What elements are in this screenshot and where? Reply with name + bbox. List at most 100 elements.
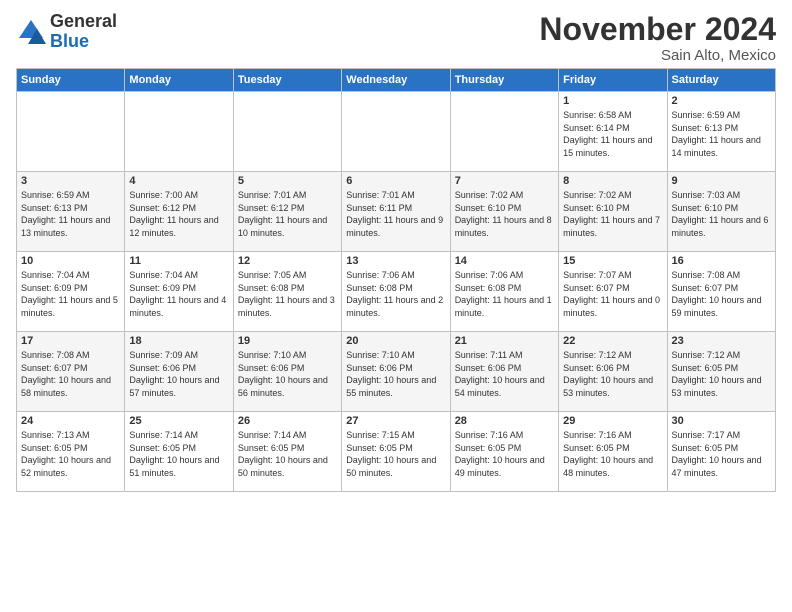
table-row: 21Sunrise: 7:11 AMSunset: 6:06 PMDayligh… xyxy=(450,332,558,412)
day-number: 7 xyxy=(455,175,554,187)
cell-text: Sunset: 6:10 PM xyxy=(563,202,662,215)
cell-text: Sunrise: 7:02 AM xyxy=(455,189,554,202)
cell-text: Sunset: 6:14 PM xyxy=(563,122,662,135)
cell-text: Daylight: 10 hours and 51 minutes. xyxy=(129,454,228,479)
cell-text: Sunset: 6:05 PM xyxy=(21,442,120,455)
title-block: November 2024 Sain Alto, Mexico xyxy=(539,12,776,64)
day-number: 6 xyxy=(346,175,445,187)
cell-text: Daylight: 11 hours and 13 minutes. xyxy=(21,214,120,239)
month-title: November 2024 xyxy=(539,12,776,47)
col-saturday: Saturday xyxy=(667,69,775,92)
cell-text: Sunrise: 7:15 AM xyxy=(346,429,445,442)
cell-text: Daylight: 11 hours and 8 minutes. xyxy=(455,214,554,239)
cell-text: Sunset: 6:08 PM xyxy=(238,282,337,295)
cell-text: Sunset: 6:05 PM xyxy=(563,442,662,455)
cell-text: Daylight: 10 hours and 49 minutes. xyxy=(455,454,554,479)
calendar-week-row: 17Sunrise: 7:08 AMSunset: 6:07 PMDayligh… xyxy=(17,332,776,412)
day-number: 26 xyxy=(238,415,337,427)
calendar-week-row: 10Sunrise: 7:04 AMSunset: 6:09 PMDayligh… xyxy=(17,252,776,332)
cell-text: Sunset: 6:08 PM xyxy=(346,282,445,295)
table-row xyxy=(233,92,341,172)
cell-text: Sunrise: 7:16 AM xyxy=(563,429,662,442)
cell-text: Daylight: 11 hours and 7 minutes. xyxy=(563,214,662,239)
logo-icon xyxy=(16,17,46,47)
cell-text: Sunset: 6:10 PM xyxy=(672,202,771,215)
cell-text: Daylight: 10 hours and 52 minutes. xyxy=(21,454,120,479)
cell-text: Sunrise: 7:17 AM xyxy=(672,429,771,442)
day-number: 16 xyxy=(672,255,771,267)
table-row: 30Sunrise: 7:17 AMSunset: 6:05 PMDayligh… xyxy=(667,412,775,492)
table-row: 17Sunrise: 7:08 AMSunset: 6:07 PMDayligh… xyxy=(17,332,125,412)
cell-text: Sunset: 6:12 PM xyxy=(129,202,228,215)
cell-text: Sunset: 6:07 PM xyxy=(21,362,120,375)
cell-text: Sunrise: 7:12 AM xyxy=(672,349,771,362)
cell-text: Daylight: 10 hours and 54 minutes. xyxy=(455,374,554,399)
cell-text: Daylight: 11 hours and 4 minutes. xyxy=(129,294,228,319)
logo-text: General Blue xyxy=(50,12,117,52)
cell-text: Daylight: 10 hours and 47 minutes. xyxy=(672,454,771,479)
cell-text: Sunset: 6:09 PM xyxy=(129,282,228,295)
day-number: 4 xyxy=(129,175,228,187)
day-number: 8 xyxy=(563,175,662,187)
day-number: 13 xyxy=(346,255,445,267)
day-number: 5 xyxy=(238,175,337,187)
table-row: 12 Sunrise: 7:05 AMSunset: 6:08 PMDayligh… xyxy=(233,252,341,332)
day-number: 17 xyxy=(21,335,120,347)
cell-text: Sunrise: 7:04 AM xyxy=(21,269,120,282)
cell-text: Daylight: 10 hours and 50 minutes. xyxy=(238,454,337,479)
cell-text: Sunset: 6:09 PM xyxy=(21,282,120,295)
cell-text: Sunrise: 7:10 AM xyxy=(346,349,445,362)
cell-text: Sunset: 6:06 PM xyxy=(563,362,662,375)
calendar-week-row: 1Sunrise: 6:58 AMSunset: 6:14 PMDaylight… xyxy=(17,92,776,172)
cell-text: Sunrise: 7:04 AM xyxy=(129,269,228,282)
cell-text: Daylight: 11 hours and 10 minutes. xyxy=(238,214,337,239)
table-row: 14Sunrise: 7:06 AMSunset: 6:08 PMDayligh… xyxy=(450,252,558,332)
cell-text: Sunset: 6:11 PM xyxy=(346,202,445,215)
day-number: 9 xyxy=(672,175,771,187)
cell-text: Sunrise: 6:59 AM xyxy=(672,109,771,122)
table-row: 28Sunrise: 7:16 AMSunset: 6:05 PMDayligh… xyxy=(450,412,558,492)
table-row: 7Sunrise: 7:02 AMSunset: 6:10 PMDaylight… xyxy=(450,172,558,252)
table-row: 10Sunrise: 7:04 AMSunset: 6:09 PMDayligh… xyxy=(17,252,125,332)
cell-text: Sunrise: 7:06 AM xyxy=(346,269,445,282)
table-row xyxy=(125,92,233,172)
table-row: 25Sunrise: 7:14 AMSunset: 6:05 PMDayligh… xyxy=(125,412,233,492)
table-row xyxy=(450,92,558,172)
cell-text: Sunrise: 6:58 AM xyxy=(563,109,662,122)
cell-text: Daylight: 10 hours and 55 minutes. xyxy=(346,374,445,399)
day-number: 22 xyxy=(563,335,662,347)
cell-text: Daylight: 10 hours and 59 minutes. xyxy=(672,294,771,319)
table-row: 11Sunrise: 7:04 AMSunset: 6:09 PMDayligh… xyxy=(125,252,233,332)
cell-text: Sunset: 6:07 PM xyxy=(672,282,771,295)
day-number: 24 xyxy=(21,415,120,427)
cell-text: Daylight: 10 hours and 48 minutes. xyxy=(563,454,662,479)
table-row: 13 Sunrise: 7:06 AMSunset: 6:08 PMDayligh… xyxy=(342,252,450,332)
cell-text: Sunrise: 7:10 AM xyxy=(238,349,337,362)
table-row: 9Sunrise: 7:03 AMSunset: 6:10 PMDaylight… xyxy=(667,172,775,252)
table-row xyxy=(17,92,125,172)
cell-text: Daylight: 10 hours and 57 minutes. xyxy=(129,374,228,399)
cell-text: Sunrise: 7:13 AM xyxy=(21,429,120,442)
cell-text: Sunset: 6:06 PM xyxy=(346,362,445,375)
cell-text: Sunrise: 7:14 AM xyxy=(238,429,337,442)
cell-text: Sunset: 6:08 PM xyxy=(455,282,554,295)
col-monday: Monday xyxy=(125,69,233,92)
day-number: 12 xyxy=(238,255,337,267)
cell-text: Sunrise: 7:00 AM xyxy=(129,189,228,202)
cell-text: Sunset: 6:06 PM xyxy=(455,362,554,375)
cell-text: Sunrise: 7:01 AM xyxy=(238,189,337,202)
cell-text: Daylight: 11 hours and 12 minutes. xyxy=(129,214,228,239)
header: General Blue November 2024 Sain Alto, Me… xyxy=(16,12,776,64)
cell-text: Sunset: 6:12 PM xyxy=(238,202,337,215)
cell-text: Daylight: 11 hours and 2 minutes. xyxy=(346,294,445,319)
location-subtitle: Sain Alto, Mexico xyxy=(539,47,776,64)
col-tuesday: Tuesday xyxy=(233,69,341,92)
cell-text: Sunrise: 7:03 AM xyxy=(672,189,771,202)
cell-text: Sunset: 6:05 PM xyxy=(129,442,228,455)
cell-text: Daylight: 11 hours and 1 minute. xyxy=(455,294,554,319)
cell-text: Sunrise: 7:05 AM xyxy=(238,269,337,282)
cell-text: Daylight: 11 hours and 5 minutes. xyxy=(21,294,120,319)
cell-text: Sunset: 6:05 PM xyxy=(672,362,771,375)
cell-text: Daylight: 10 hours and 58 minutes. xyxy=(21,374,120,399)
cell-text: Daylight: 11 hours and 3 minutes. xyxy=(238,294,337,319)
